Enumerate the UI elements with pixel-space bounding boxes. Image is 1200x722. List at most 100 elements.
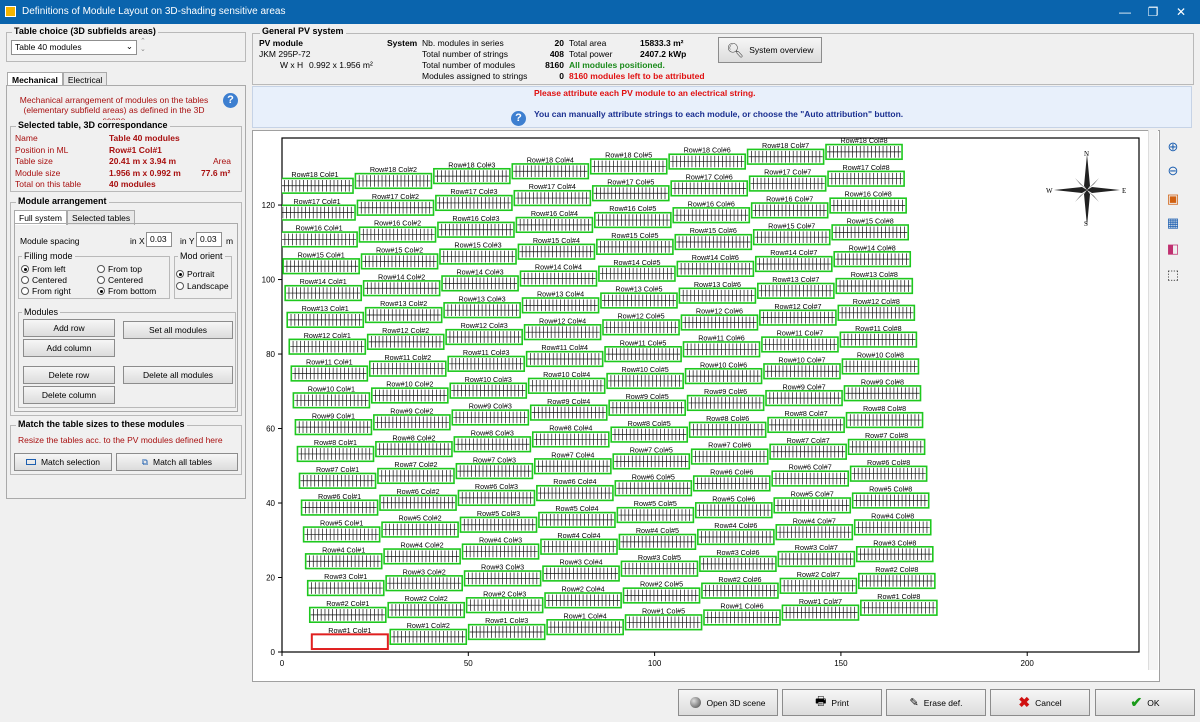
- table-label: Row#6 Col#2: [396, 487, 439, 496]
- table-label: Row#16 Col#4: [531, 209, 578, 218]
- table-choice-title: Table choice (3D subfields areas): [12, 26, 158, 36]
- table-label: Row#7 Col#1: [316, 465, 359, 474]
- copy-image-icon[interactable]: ◧: [1162, 238, 1184, 260]
- table-label: Row#3 Col#1: [324, 572, 367, 581]
- select-area-icon[interactable]: ⬚: [1162, 264, 1184, 286]
- close-window-button[interactable]: ✕: [1166, 2, 1196, 22]
- table-label: Row#17 Col#6: [686, 173, 733, 182]
- title-bar: Definitions of Module Layout on 3D-shadi…: [0, 0, 1200, 24]
- info-icon[interactable]: ?: [223, 93, 238, 108]
- table-label: Row#4 Col#2: [401, 541, 444, 550]
- table-label: Row#3 Col#3: [481, 563, 524, 572]
- grid-color-icon[interactable]: ▦: [1162, 212, 1184, 234]
- table-label: Row#17 Col#1: [293, 197, 340, 206]
- table-label: Row#17 Col#8: [843, 163, 890, 172]
- radio-from-right[interactable]: From right: [21, 286, 71, 297]
- table-label: Row#16 Col#8: [845, 190, 892, 199]
- table-label: Row#3 Col#4: [559, 558, 602, 567]
- series-label: Nb. modules in series: [422, 38, 504, 48]
- spin-arrows-icon[interactable]: ⌃ ⌄: [140, 38, 146, 54]
- table-label: Row#12 Col#1: [304, 331, 351, 340]
- vertical-scrollbar[interactable]: [1148, 130, 1158, 670]
- table-label: Row#8 Col#6: [706, 414, 749, 423]
- table-label: Row#7 Col#2: [394, 460, 437, 469]
- radio-from-bottom[interactable]: From bottom: [97, 286, 156, 297]
- y-tick-label: 40: [266, 499, 275, 508]
- table-rect[interactable]: [310, 633, 389, 651]
- system-labels: Nb. modules in series Total number of st…: [422, 38, 527, 82]
- minimize-button[interactable]: —: [1110, 2, 1140, 22]
- delete-row-button[interactable]: Delete row: [23, 366, 115, 384]
- total-power-label: Total power: [569, 49, 613, 59]
- zoom-out-icon[interactable]: ⊖: [1162, 160, 1184, 182]
- ok-button[interactable]: ✔ OK: [1095, 689, 1195, 716]
- message-line1: Please attribute each PV module to an el…: [534, 88, 756, 98]
- table-label: Row#3 Col#2: [403, 567, 446, 576]
- table-choice-select[interactable]: Table 40 modules ⌄: [11, 40, 137, 55]
- cancel-x-icon: ✖: [1018, 694, 1031, 710]
- x-tick-label: 150: [834, 659, 848, 668]
- match-selection-button[interactable]: Match selection: [14, 453, 112, 471]
- area-label: Area: [213, 156, 231, 166]
- pv-module-label: PV module: [259, 38, 303, 48]
- layout-chart[interactable]: Row#1 Col#1 Row#1 Col#2 Row#1 Col#3 Row#1 C…: [253, 131, 1161, 683]
- add-row-button[interactable]: Add row: [23, 319, 115, 337]
- add-column-button[interactable]: Add column: [23, 339, 115, 357]
- table-label: Row#4 Col#6: [714, 521, 757, 530]
- sel-label-module-size: Module size: [15, 167, 61, 178]
- rect-icon: [25, 459, 36, 465]
- table-label: Row#14 Col#6: [692, 253, 739, 262]
- in-y-label: in Y: [180, 236, 195, 246]
- spacing-x-input[interactable]: 0.03: [146, 232, 172, 247]
- table-label: Row#11 Col#1: [306, 358, 353, 367]
- match-title: Match the table sizes to these modules: [16, 419, 187, 429]
- total-area-label: Total area: [569, 38, 607, 48]
- match-all-tables-button[interactable]: ⧉ Match all tables: [116, 453, 238, 471]
- table-label: Row#10 Col#5: [622, 365, 669, 374]
- table-label: Row#15 Col#5: [611, 231, 658, 240]
- radio-portrait[interactable]: Portrait: [176, 268, 229, 280]
- total-area-value: 15833.3 m²: [640, 38, 684, 48]
- set-all-modules-button[interactable]: Set all modules: [123, 321, 233, 339]
- table-label: Row#2 Col#6: [718, 575, 761, 584]
- radio-centered-v[interactable]: Centered: [97, 275, 156, 286]
- table-label: Row#11 Col#2: [384, 353, 431, 362]
- radio-from-left[interactable]: From left: [21, 264, 71, 275]
- spacing-y-input[interactable]: 0.03: [196, 232, 222, 247]
- table-label: Row#12 Col#7: [774, 302, 821, 311]
- radio-from-top[interactable]: From top: [97, 264, 156, 275]
- table-label: Row#6 Col#8: [867, 458, 910, 467]
- table-label: Row#13 Col#3: [459, 294, 506, 303]
- help-icon[interactable]: ?: [511, 111, 526, 126]
- layout-plot-area[interactable]: Row#1 Col#1 Row#1 Col#2 Row#1 Col#3 Row#1 C…: [252, 130, 1160, 682]
- radio-landscape[interactable]: Landscape: [176, 280, 229, 292]
- table-label: Row#5 Col#2: [398, 514, 441, 523]
- restore-button[interactable]: ❐: [1138, 2, 1168, 22]
- zoom-in-icon[interactable]: ⊕: [1162, 136, 1184, 158]
- table-label: Row#17 Col#7: [764, 168, 811, 177]
- y-tick-label: 80: [266, 350, 275, 359]
- erase-def-button[interactable]: ✎ Erase def.: [886, 689, 986, 716]
- table-label: Row#1 Col#6: [720, 602, 763, 611]
- table-label: Row#2 Col#7: [797, 570, 840, 579]
- delete-all-modules-button[interactable]: Delete all modules: [123, 366, 233, 384]
- radio-centered-h[interactable]: Centered: [21, 275, 71, 286]
- total-power-value: 2407.2 kWp: [640, 49, 687, 59]
- table-label: Row#10 Col#6: [700, 360, 747, 369]
- open-3d-scene-button[interactable]: Open 3D scene: [678, 689, 778, 716]
- table-label: Row#9 Col#3: [469, 402, 512, 411]
- table-label: Row#11 Col#4: [541, 343, 588, 352]
- print-button[interactable]: 🖶 Print: [782, 689, 882, 716]
- table-label: Row#10 Col#3: [465, 375, 512, 384]
- table-label: Row#4 Col#5: [636, 526, 679, 535]
- delete-column-button[interactable]: Delete column: [23, 386, 115, 404]
- cancel-button[interactable]: ✖ Cancel: [990, 689, 1090, 716]
- export-pdf-icon[interactable]: ▣: [1162, 188, 1184, 210]
- table-label: Row#12 Col#6: [696, 307, 743, 316]
- module-arrangement-title: Module arrangement: [16, 196, 109, 206]
- printer-icon: 🖶: [815, 694, 827, 708]
- table-label: Row#16 Col#7: [766, 195, 813, 204]
- system-overview-button[interactable]: 🔍︎ System overview: [718, 37, 822, 63]
- pv-system-title: General PV system: [260, 26, 346, 36]
- sel-value-total: 40 modules: [109, 179, 156, 189]
